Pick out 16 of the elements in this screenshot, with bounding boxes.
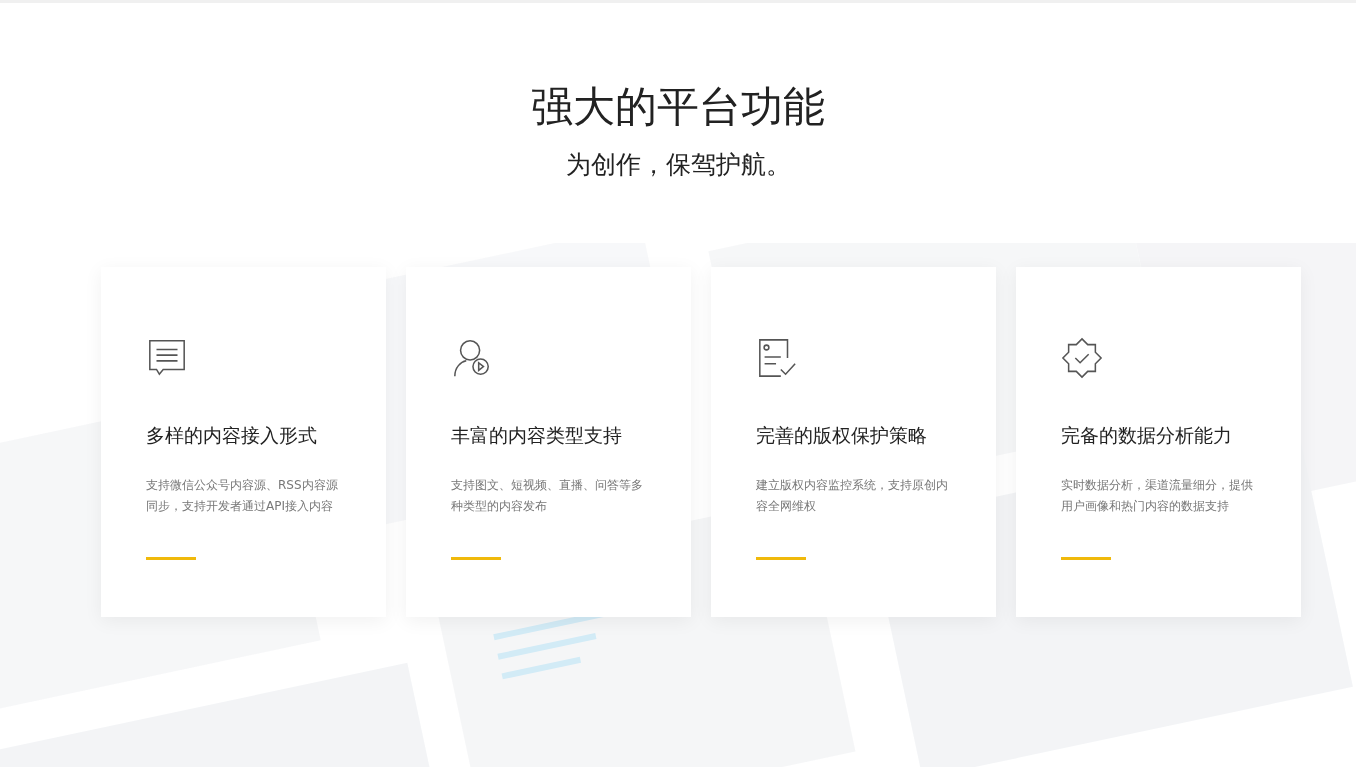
badge-check-icon	[1061, 337, 1103, 379]
feature-description: 实时数据分析，渠道流量细分，提供用户画像和热门内容的数据支持	[1061, 477, 1254, 515]
section-subtitle: 为创作，保驾护航。	[564, 149, 792, 181]
accent-bar	[1061, 557, 1111, 560]
feature-description: 支持微信公众号内容源、RSS内容源同步，支持开发者通过API接入内容	[146, 477, 339, 515]
document-check-icon	[756, 337, 798, 379]
feature-title: 多样的内容接入形式	[146, 423, 318, 448]
accent-bar	[756, 557, 806, 560]
accent-bar	[146, 557, 196, 560]
feature-description: 建立版权内容监控系统，支持原创内容全网维权	[756, 477, 949, 515]
feature-description: 支持图文、短视频、直播、问答等多种类型的内容发布	[451, 477, 644, 515]
section-title: 强大的平台功能	[530, 81, 826, 133]
feature-title: 丰富的内容类型支持	[451, 423, 623, 448]
feature-title: 完备的数据分析能力	[1061, 423, 1233, 448]
accent-bar	[451, 557, 501, 560]
feature-title: 完善的版权保护策略	[756, 423, 928, 448]
